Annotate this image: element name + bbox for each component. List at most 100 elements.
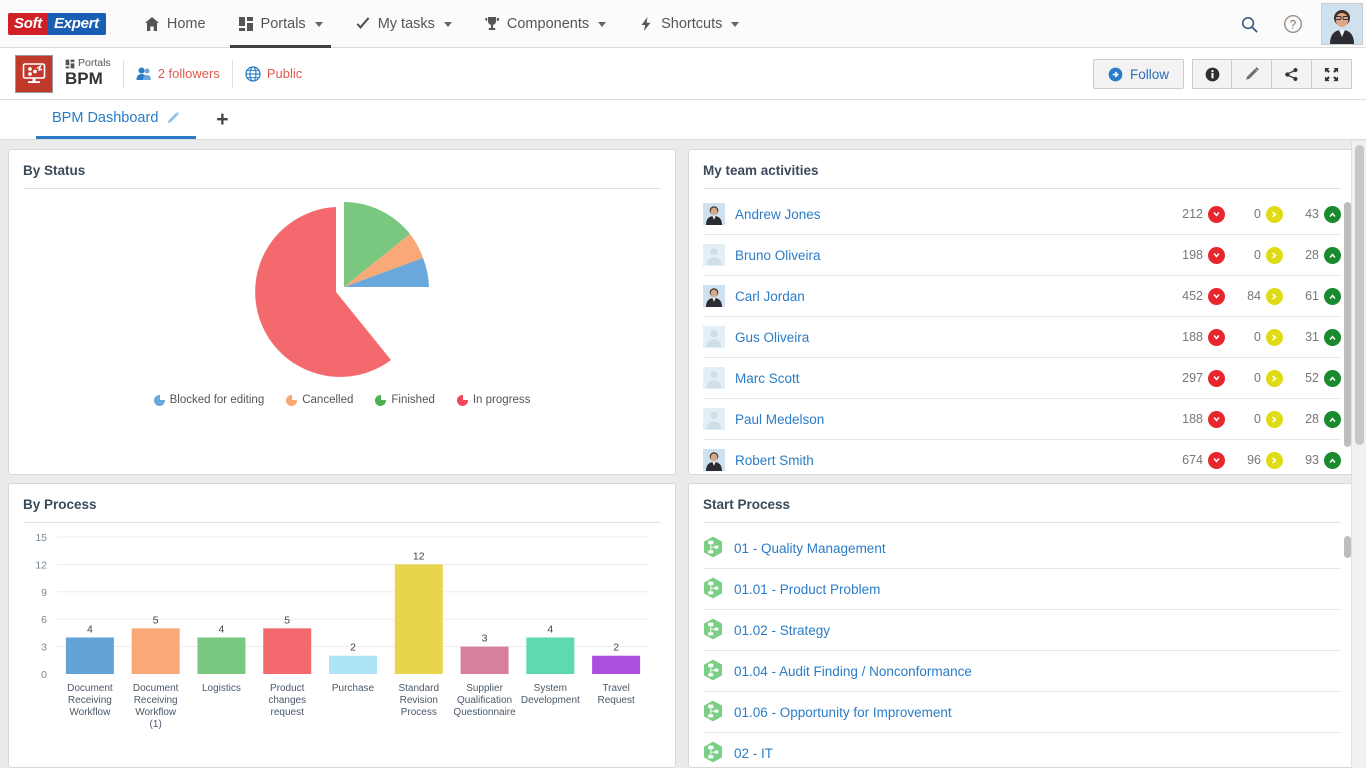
count-ontime[interactable]: 31 xyxy=(1297,328,1341,346)
x-axis-tick-label: Product xyxy=(270,683,305,694)
process-hex-icon xyxy=(704,536,722,557)
table-row[interactable]: Andrew Jones 212 0 43 xyxy=(703,194,1341,235)
status-badge-overdue xyxy=(1208,205,1225,223)
table-row[interactable]: Paul Medelson 188 0 28 xyxy=(703,399,1341,440)
legend-item[interactable]: Cancelled xyxy=(286,394,353,406)
legend-item[interactable]: Blocked for editing xyxy=(153,394,264,406)
count-pending[interactable]: 0 xyxy=(1239,205,1283,223)
chevron-down-icon xyxy=(1213,334,1220,340)
count-overdue[interactable]: 674 xyxy=(1181,451,1225,469)
nav-item-shortcuts[interactable]: Shortcuts xyxy=(622,0,755,48)
fullscreen-button[interactable] xyxy=(1312,59,1352,89)
process-label[interactable]: 01.04 - Audit Finding / Nonconformance xyxy=(734,664,972,679)
svg-text:?: ? xyxy=(1290,19,1296,31)
table-row[interactable]: Robert Smith 674 96 93 xyxy=(703,440,1341,474)
page-scrollbar[interactable] xyxy=(1351,141,1366,768)
nav-item-components[interactable]: Components xyxy=(468,0,622,48)
share-button[interactable] xyxy=(1272,59,1312,89)
legend-item[interactable]: In progress xyxy=(456,394,530,406)
bar-0[interactable] xyxy=(65,637,114,674)
legend-item[interactable]: Finished xyxy=(375,394,435,406)
table-row[interactable]: Gus Oliveira 188 0 31 xyxy=(703,317,1341,358)
process-label[interactable]: 02 - IT xyxy=(734,746,773,761)
nav-item-my-tasks[interactable]: My tasks xyxy=(339,0,468,48)
list-item[interactable]: 01.06 - Opportunity for Improvement xyxy=(703,692,1341,733)
page-scrollbar-thumb[interactable] xyxy=(1355,145,1364,445)
pie-chart-by-status: Blocked for editing Cancelled Finished I… xyxy=(9,189,675,406)
table-row[interactable]: Marc Scott 297 0 52 xyxy=(703,358,1341,399)
count-overdue[interactable]: 198 xyxy=(1181,246,1225,264)
count-ontime[interactable]: 93 xyxy=(1297,451,1341,469)
status-badge-pending xyxy=(1266,205,1283,223)
list-item[interactable]: 01.01 - Product Problem xyxy=(703,569,1341,610)
portal-tile-icon[interactable] xyxy=(15,54,53,93)
tab-bpm-dashboard[interactable]: BPM Dashboard xyxy=(36,100,197,139)
help-button[interactable]: ? xyxy=(1271,0,1315,48)
info-button[interactable] xyxy=(1192,59,1232,89)
count-overdue[interactable]: 188 xyxy=(1181,410,1225,428)
activity-counts: 297 0 52 xyxy=(1181,369,1341,387)
team-member-name[interactable]: Paul Medelson xyxy=(735,412,824,427)
team-member-name[interactable]: Marc Scott xyxy=(735,371,800,386)
scrollbar-thumb[interactable] xyxy=(1344,202,1351,447)
count-ontime[interactable]: 61 xyxy=(1297,287,1341,305)
add-tab-button[interactable]: + xyxy=(196,100,248,139)
divider xyxy=(231,59,233,88)
pencil-icon[interactable] xyxy=(166,111,180,125)
bar-8[interactable] xyxy=(592,655,641,674)
chevron-up-icon xyxy=(1329,334,1336,340)
count-pending[interactable]: 0 xyxy=(1239,410,1283,428)
process-label[interactable]: 01.06 - Opportunity for Improvement xyxy=(734,705,952,720)
y-axis-tick-label: 15 xyxy=(35,532,47,544)
follow-label: Follow xyxy=(1129,66,1169,82)
team-member-name[interactable]: Bruno Oliveira xyxy=(735,248,821,263)
count-overdue[interactable]: 188 xyxy=(1181,328,1225,346)
user-avatar[interactable] xyxy=(1321,3,1363,45)
count-ontime[interactable]: 52 xyxy=(1297,369,1341,387)
count-pending[interactable]: 0 xyxy=(1239,369,1283,387)
bar-6[interactable] xyxy=(460,646,509,674)
count-ontime[interactable]: 43 xyxy=(1297,205,1341,223)
team-activities-scrollbar[interactable] xyxy=(1344,202,1351,466)
process-label[interactable]: 01.02 - Strategy xyxy=(734,623,830,638)
table-row[interactable]: Bruno Oliveira 198 0 28 xyxy=(703,235,1341,276)
softexpert-logo[interactable]: Soft Expert xyxy=(8,12,106,36)
team-member-name[interactable]: Robert Smith xyxy=(735,453,814,468)
team-member-name[interactable]: Andrew Jones xyxy=(735,207,821,222)
count-pending[interactable]: 84 xyxy=(1239,287,1283,305)
bar-2[interactable] xyxy=(197,637,246,674)
count-overdue[interactable]: 452 xyxy=(1181,287,1225,305)
edit-button[interactable] xyxy=(1232,59,1272,89)
process-label[interactable]: 01.01 - Product Problem xyxy=(734,582,880,597)
count-ontime[interactable]: 28 xyxy=(1297,246,1341,264)
team-member-name[interactable]: Gus Oliveira xyxy=(735,330,809,345)
process-label[interactable]: 01 - Quality Management xyxy=(734,541,886,556)
followers-link[interactable]: 2 followers xyxy=(136,66,220,82)
globe-icon xyxy=(245,65,261,82)
count-pending[interactable]: 0 xyxy=(1239,246,1283,264)
nav-item-home[interactable]: Home xyxy=(128,0,222,48)
scrollbar-thumb[interactable] xyxy=(1344,536,1351,558)
count-pending[interactable]: 0 xyxy=(1239,328,1283,346)
bar-7[interactable] xyxy=(526,637,575,674)
team-member-name[interactable]: Carl Jordan xyxy=(735,289,805,304)
list-item[interactable]: 01 - Quality Management xyxy=(703,528,1341,569)
list-item[interactable]: 02 - IT xyxy=(703,733,1341,767)
action-button-group xyxy=(1192,59,1352,89)
list-item[interactable]: 01.02 - Strategy xyxy=(703,610,1341,651)
count-overdue[interactable]: 212 xyxy=(1181,205,1225,223)
search-button[interactable] xyxy=(1227,0,1271,48)
count-ontime[interactable]: 28 xyxy=(1297,410,1341,428)
bar-5[interactable] xyxy=(394,564,443,674)
count-overdue[interactable]: 297 xyxy=(1181,369,1225,387)
follow-button[interactable]: Follow xyxy=(1092,59,1184,89)
list-item[interactable]: 01.04 - Audit Finding / Nonconformance xyxy=(703,651,1341,692)
bar-3[interactable] xyxy=(263,628,312,674)
visibility-link[interactable]: Public xyxy=(245,65,302,82)
bar-4[interactable] xyxy=(329,655,377,674)
table-row[interactable]: Carl Jordan 452 84 61 xyxy=(703,276,1341,317)
start-process-scrollbar[interactable] xyxy=(1344,536,1351,759)
bar-1[interactable] xyxy=(131,628,180,674)
count-pending[interactable]: 96 xyxy=(1239,451,1283,469)
nav-item-portals[interactable]: Portals xyxy=(222,0,339,48)
